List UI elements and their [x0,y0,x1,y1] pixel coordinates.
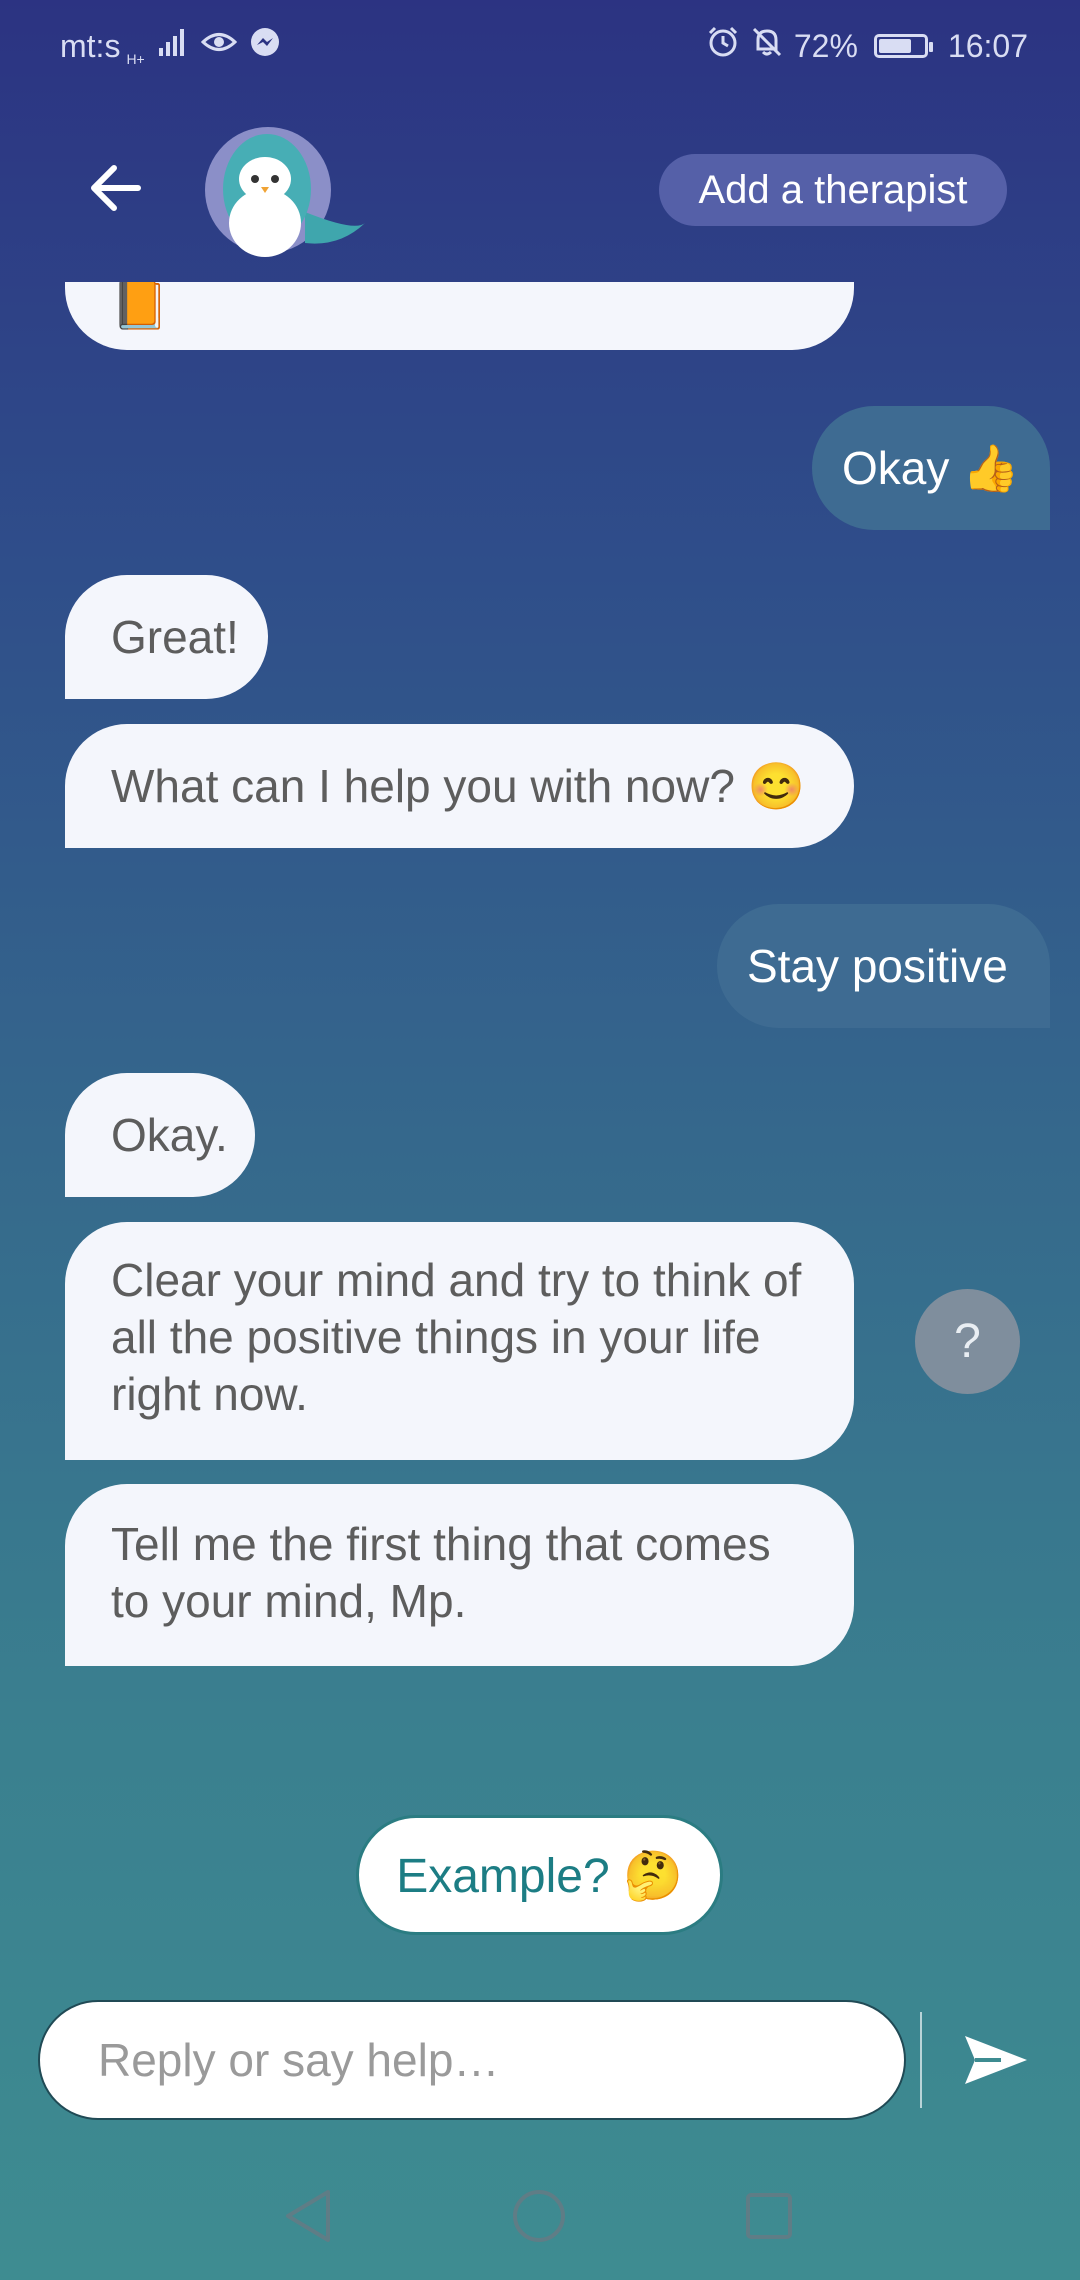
home-circle-icon [513,2190,565,2242]
system-nav-bar [0,2150,1080,2280]
bot-message: What can I help you with now? 😊 [65,724,854,848]
alarm-icon [706,25,740,67]
status-left: mt:s H+ [60,25,281,67]
status-bar: mt:s H+ 72% 16:07 [0,0,1080,92]
nav-recents-button[interactable] [737,2184,801,2248]
network-type-label: H+ [126,51,145,67]
example-suggestion-button[interactable]: Example? 🤔 [356,1815,723,1935]
back-button[interactable] [80,152,152,224]
arrow-left-icon [91,165,141,211]
eye-icon [200,27,237,65]
send-button[interactable] [958,2022,1034,2098]
nav-back-button[interactable] [276,2184,340,2248]
bot-message: Clear your mind and try to think of all … [65,1222,854,1460]
bot-message: Okay. [65,1073,255,1197]
input-divider [920,2012,922,2108]
user-message: Okay 👍 [812,406,1050,530]
status-right: 72% 16:07 [706,25,1028,67]
bot-message: 📙 [65,282,854,350]
clock: 16:07 [947,27,1028,64]
chat-transcript[interactable]: 📙 Okay 👍 Great! What can I help you with… [0,282,1080,1802]
nav-home-button[interactable] [507,2184,571,2248]
add-therapist-button[interactable]: Add a therapist [659,154,1007,226]
signal-icon [157,26,189,66]
penguin-avatar-icon[interactable] [205,127,375,257]
messenger-icon [249,26,281,66]
send-icon [965,2036,1027,2084]
reply-input[interactable] [38,2000,906,2120]
bot-message: Great! [65,575,268,699]
battery-fill [878,39,911,53]
battery-icon [873,34,933,58]
recents-square-icon [746,2193,792,2239]
chat-header: Add a therapist [0,92,1080,282]
carrier-label: mt:s [60,27,121,64]
notifications-off-icon [750,25,784,67]
bot-message: Tell me the first thing that comes to yo… [65,1484,854,1666]
battery-percent: 72% [793,27,858,64]
back-triangle-icon [286,2190,330,2242]
help-button[interactable]: ? [915,1289,1020,1394]
user-message: Stay positive [717,904,1050,1028]
